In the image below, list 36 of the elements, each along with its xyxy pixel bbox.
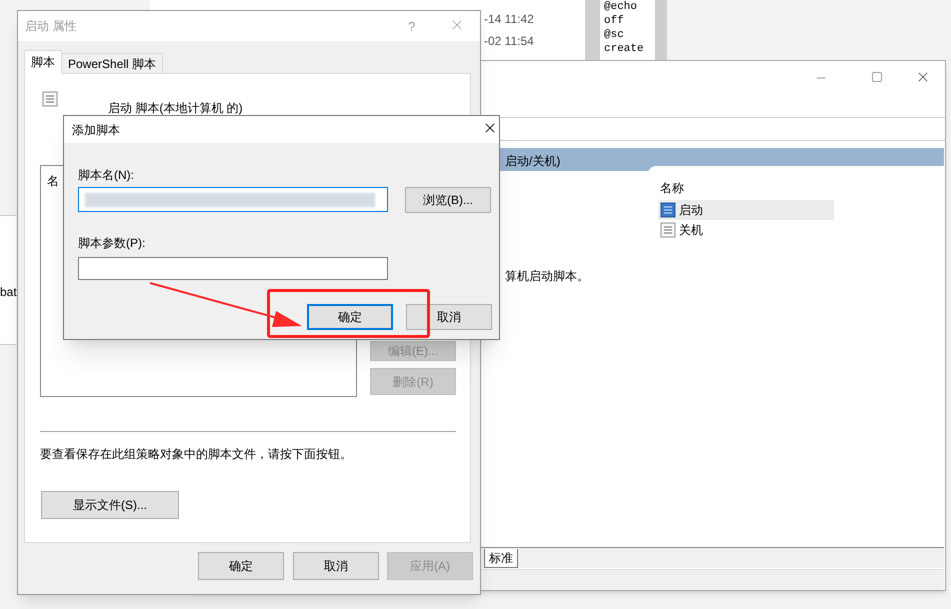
browse-button[interactable]: 浏览(B)...: [405, 187, 491, 213]
script-icon: [660, 202, 676, 218]
show-files-button[interactable]: 显示文件(S)...: [41, 491, 179, 519]
sheet-tab[interactable]: 标准: [484, 549, 518, 568]
scrollbar: [585, 0, 600, 62]
file-date: -14 11:42: [484, 11, 534, 28]
section-heading: 启动 脚本(本地计算机 的): [108, 100, 243, 117]
window-title: 添加脚本: [72, 122, 120, 139]
list-item[interactable]: 启动: [658, 200, 834, 220]
input-field[interactable]: [78, 257, 388, 280]
window-title: 启动 属性: [25, 18, 76, 35]
input-field[interactable]: [78, 187, 388, 212]
dialog-button[interactable]: 确定: [198, 552, 284, 580]
code-line: @sc: [604, 28, 625, 42]
file-date: -02 11:54: [484, 33, 534, 50]
code-line: off: [604, 14, 625, 28]
column-header: 名称: [660, 180, 684, 197]
script-file-icon: [42, 91, 58, 107]
file-name: bat: [0, 284, 17, 301]
maximize-icon[interactable]: [871, 71, 883, 83]
dialog-button[interactable]: 取消: [293, 552, 379, 580]
field-label: 脚本名(N):: [78, 167, 134, 184]
dialog-button[interactable]: 确定: [307, 304, 393, 330]
script-icon: [660, 222, 676, 238]
tab[interactable]: PowerShell 脚本: [62, 53, 164, 74]
column-header: 名: [47, 173, 59, 190]
hint-text: 要查看保存在此组策略对象中的脚本文件，请按下面按钮。: [40, 446, 352, 463]
code-line: @echo: [604, 0, 638, 14]
tab[interactable]: 脚本: [24, 50, 62, 74]
description-text: 算机启动脚本。: [505, 268, 589, 285]
code-line: create: [604, 42, 644, 56]
section-title: 启动/关机): [505, 153, 560, 170]
field-label: 脚本参数(P):: [78, 235, 146, 252]
scrollbar: [655, 0, 667, 62]
list-item[interactable]: 关机: [658, 220, 834, 240]
dialog-button[interactable]: 取消: [406, 304, 492, 330]
